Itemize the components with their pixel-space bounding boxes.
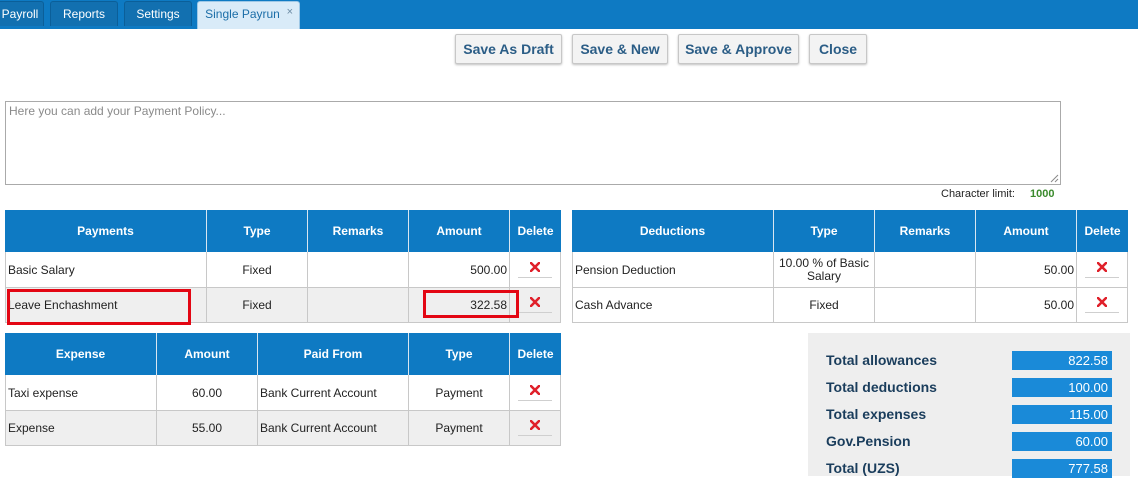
character-limit-value: 1000 <box>1030 188 1055 200</box>
total-expenses-label: Total expenses <box>826 406 927 422</box>
total-allowances-label: Total allowances <box>826 352 937 368</box>
payment-amount[interactable]: 500.00 <box>409 252 510 288</box>
payment-remarks[interactable] <box>308 288 409 323</box>
expenses-header-amount: Amount <box>157 333 258 375</box>
total-expenses-value: 115.00 <box>1012 405 1112 424</box>
total-allowances-value: 822.58 <box>1012 351 1112 370</box>
expense-amount: 55.00 <box>157 411 258 446</box>
deductions-header-amount: Amount <box>976 210 1077 252</box>
payment-policy-placeholder: Here you can add your Payment Policy... <box>9 104 226 118</box>
tab-settings[interactable]: Settings <box>124 1 192 26</box>
gov-pension-label: Gov.Pension <box>826 433 911 449</box>
deductions-header-type: Type <box>774 210 875 252</box>
payment-remarks[interactable] <box>308 252 409 288</box>
expenses-header-type: Type <box>409 333 510 375</box>
tab-payroll[interactable]: Payroll <box>0 1 44 26</box>
expenses-header-delete: Delete <box>510 333 561 375</box>
resize-grip-icon[interactable] <box>1050 174 1059 183</box>
deduction-type-line2: Salary <box>806 268 841 283</box>
expense-name: Taxi expense <box>5 375 157 411</box>
expense-paid-from: Bank Current Account <box>258 411 409 446</box>
delete-x-icon[interactable] <box>1085 295 1119 313</box>
expenses-header-expense: Expense <box>5 333 157 375</box>
grand-total-value: 777.58 <box>1012 459 1112 478</box>
total-deductions-label: Total deductions <box>826 379 937 395</box>
tab-single-payrun[interactable]: Single Payrun × <box>197 1 300 29</box>
highlight-leave-enchashment-amount <box>423 290 519 318</box>
delete-x-icon[interactable] <box>518 295 552 313</box>
deduction-type: Fixed <box>774 288 875 323</box>
tab-label: Payroll <box>1 7 39 21</box>
expense-type: Payment <box>409 375 510 411</box>
close-button[interactable]: Close <box>809 34 867 64</box>
delete-x-icon[interactable] <box>518 260 552 278</box>
deduction-name: Cash Advance <box>572 288 774 323</box>
deduction-amount[interactable]: 50.00 <box>976 288 1077 323</box>
payments-header-type: Type <box>207 210 308 252</box>
deduction-amount[interactable]: 50.00 <box>976 252 1077 288</box>
save-and-new-button[interactable]: Save & New <box>572 34 668 64</box>
deductions-header-delete: Delete <box>1077 210 1128 252</box>
total-deductions-value: 100.00 <box>1012 378 1112 397</box>
close-tab-icon[interactable]: × <box>287 0 293 24</box>
character-limit-label: Character limit: <box>941 188 1015 200</box>
expense-type: Payment <box>409 411 510 446</box>
deduction-remarks[interactable] <box>875 252 976 288</box>
payments-header-delete: Delete <box>510 210 561 252</box>
payments-header-remarks: Remarks <box>308 210 409 252</box>
deduction-type: 10.00 % of Basic Salary <box>774 252 875 288</box>
expense-amount: 60.00 <box>157 375 258 411</box>
payments-header-amount: Amount <box>409 210 510 252</box>
grand-total-label: Total (UZS) <box>826 460 900 476</box>
payment-type: Fixed <box>207 288 308 323</box>
deduction-type-line1: 10.00 % of Basic <box>778 255 870 270</box>
expenses-header-paid-from: Paid From <box>258 333 409 375</box>
save-as-draft-button[interactable]: Save As Draft <box>455 34 562 64</box>
tab-reports[interactable]: Reports <box>50 1 118 26</box>
highlight-leave-enchashment-name <box>7 289 191 325</box>
payment-type: Fixed <box>207 252 308 288</box>
tab-label: Single Payrun <box>205 7 280 21</box>
tab-label: Settings <box>136 7 180 21</box>
expense-paid-from: Bank Current Account <box>258 375 409 411</box>
save-and-approve-button[interactable]: Save & Approve <box>678 34 799 64</box>
payment-policy-textarea[interactable]: Here you can add your Payment Policy... <box>5 101 1061 185</box>
deductions-header-deductions: Deductions <box>572 210 774 252</box>
deductions-header-remarks: Remarks <box>875 210 976 252</box>
delete-x-icon[interactable] <box>518 418 552 436</box>
delete-x-icon[interactable] <box>1085 260 1119 278</box>
expense-name: Expense <box>5 411 157 446</box>
deduction-name: Pension Deduction <box>572 252 774 288</box>
payments-header-payments: Payments <box>5 210 207 252</box>
payment-name: Basic Salary <box>5 252 207 288</box>
deduction-remarks[interactable] <box>875 288 976 323</box>
delete-x-icon[interactable] <box>518 383 552 401</box>
gov-pension-value: 60.00 <box>1012 432 1112 451</box>
tab-label: Reports <box>62 7 106 21</box>
